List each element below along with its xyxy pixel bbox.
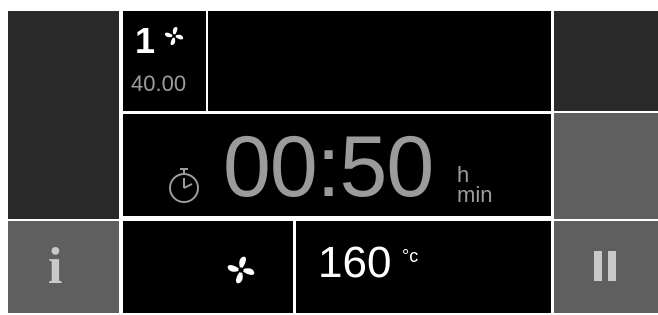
info-icon: i (48, 238, 63, 295)
temperature-value: 160 (318, 238, 392, 287)
left-side-panel-top (8, 11, 119, 219)
step-value: 40.00 (131, 71, 187, 96)
temperature-unit: °c (402, 246, 419, 266)
timer-value: 00:50 (223, 119, 434, 215)
fan-icon (164, 26, 184, 46)
timer-unit-minutes: min (457, 182, 493, 207)
timer-panel[interactable]: 00:50 h min (123, 114, 551, 216)
timer-icon (169, 168, 199, 203)
info-button[interactable]: i (8, 221, 119, 313)
right-side-panel-middle[interactable] (554, 113, 658, 219)
step-number: 1 (135, 20, 156, 61)
pause-button[interactable] (554, 221, 658, 313)
temperature-panel[interactable]: 160 °c (296, 221, 551, 313)
pause-icon (594, 251, 616, 281)
fan-mode-panel[interactable] (123, 221, 293, 313)
right-side-panel-top (554, 11, 658, 111)
program-info-panel (208, 11, 551, 111)
step-panel[interactable]: 1 40.00 (123, 11, 206, 111)
fan-icon (227, 256, 255, 284)
